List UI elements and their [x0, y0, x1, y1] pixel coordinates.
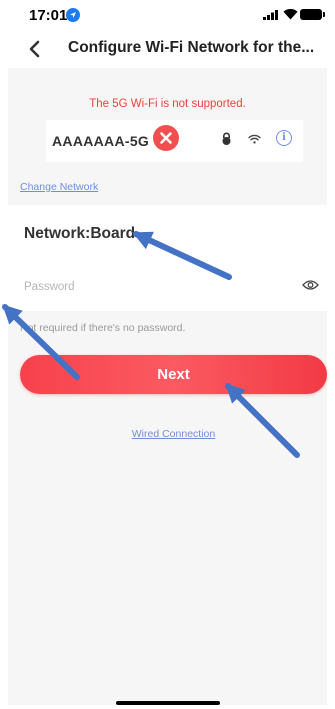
home-indicator — [116, 701, 220, 705]
annotation-arrow — [2, 304, 80, 380]
annotation-arrow — [132, 231, 232, 280]
annotation-arrow — [225, 383, 300, 458]
annotation-arrows — [2, 231, 300, 458]
